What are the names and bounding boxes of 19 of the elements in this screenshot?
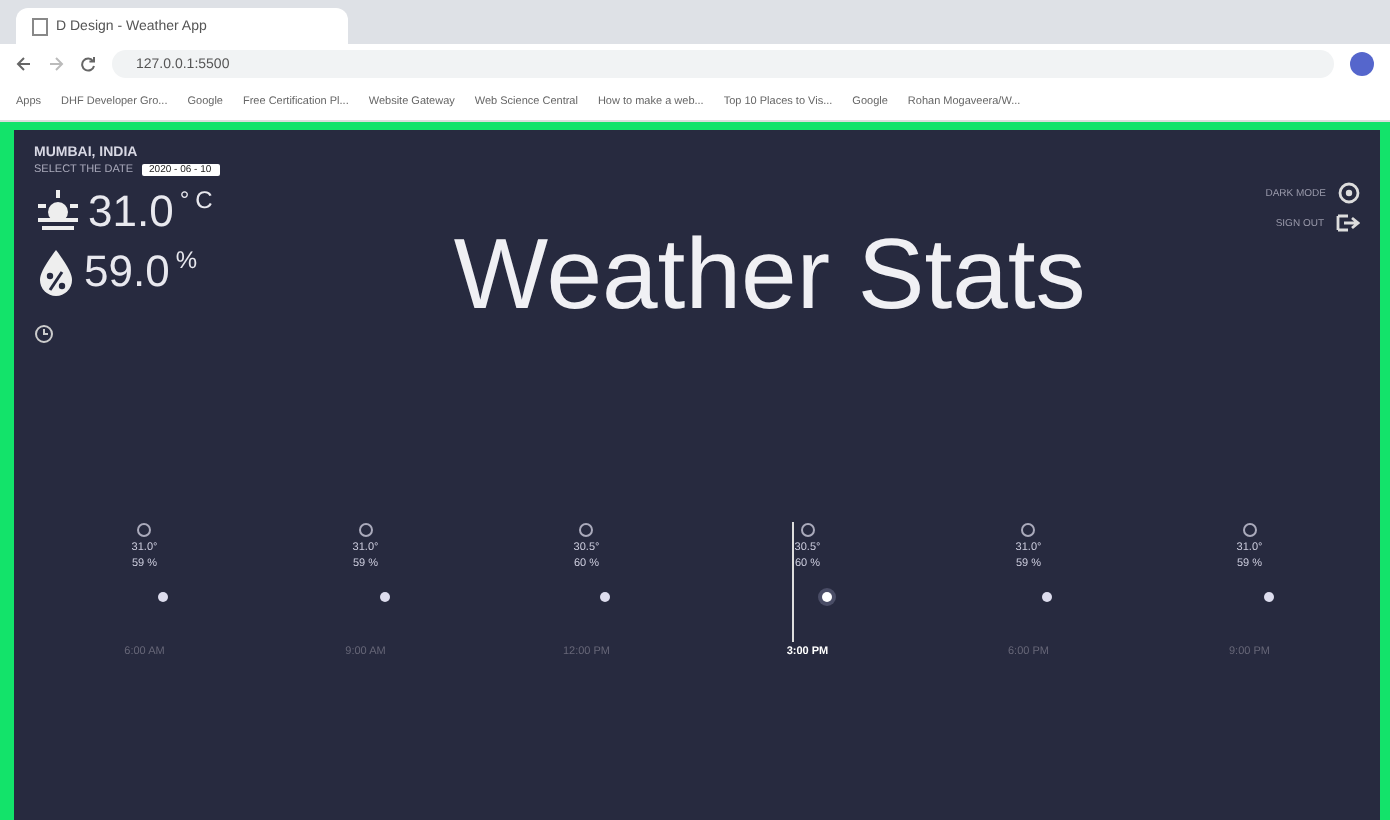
humidity-value: 59.0 <box>84 248 170 296</box>
sun-icon <box>34 188 82 232</box>
timeline-dot[interactable] <box>379 591 390 601</box>
timeline-dot[interactable] <box>1263 591 1274 601</box>
reload-icon[interactable] <box>80 56 96 72</box>
humidity-drop-icon <box>34 248 78 296</box>
temperature-value: 31.0 <box>88 188 174 236</box>
degree-sign: ° <box>179 188 190 212</box>
profile-icon[interactable] <box>1350 52 1374 76</box>
logout-icon[interactable] <box>1336 212 1360 234</box>
temperature-unit: C <box>195 188 213 212</box>
back-icon[interactable] <box>16 56 32 72</box>
timeline-dot[interactable] <box>821 591 832 601</box>
clock-icon[interactable] <box>34 324 54 344</box>
timeline-dot[interactable] <box>1042 591 1053 601</box>
timeline-dot[interactable] <box>158 591 169 601</box>
humidity-unit: % <box>175 248 197 272</box>
page-title: Weather Stats <box>451 216 1088 334</box>
timeline-dot[interactable] <box>600 591 611 601</box>
